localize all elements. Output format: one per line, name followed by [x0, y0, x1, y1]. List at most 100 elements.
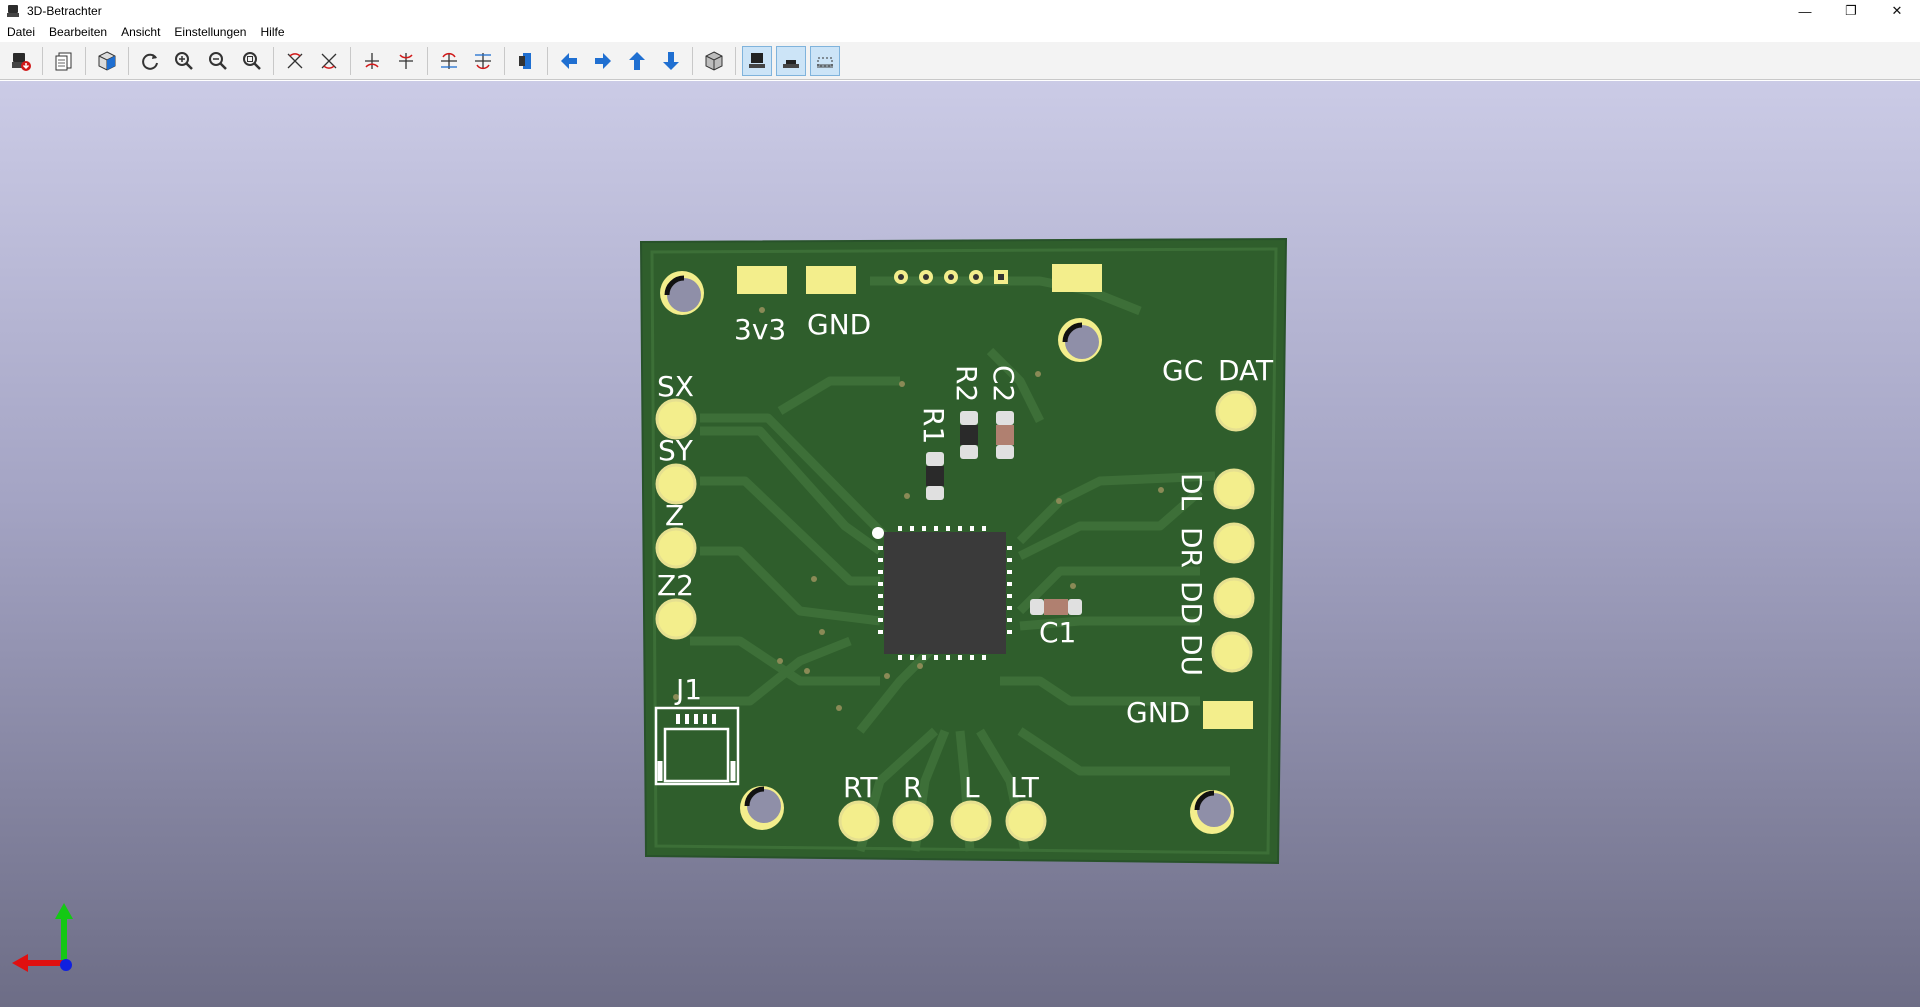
show-tht-icon [749, 52, 765, 68]
label-z2: Z2 [657, 569, 694, 602]
copy-button[interactable] [49, 46, 79, 76]
pad-3v3 [737, 266, 787, 294]
label-l: L [964, 771, 980, 804]
label-dr: DR [1175, 527, 1208, 568]
label-dl: DL [1175, 473, 1208, 511]
rotate-y-ccw-button[interactable] [391, 46, 421, 76]
close-button[interactable]: ✕ [1874, 0, 1920, 22]
toolbar-separator [504, 46, 505, 75]
flip-board-icon [519, 52, 531, 69]
toolbar-separator [128, 46, 129, 75]
rotate-x-ccw-icon [321, 53, 337, 69]
menu-einstellungen[interactable]: Einstellungen [167, 22, 253, 42]
3d-settings-button[interactable] [92, 46, 122, 76]
copy-icon [55, 52, 72, 70]
label-lt: LT [1010, 771, 1040, 804]
redraw-button[interactable] [135, 46, 165, 76]
label-du: DU [1175, 634, 1208, 676]
rotate-x-ccw-button[interactable] [314, 46, 344, 76]
zoom-out-button[interactable] [203, 46, 233, 76]
label-dd: DD [1175, 581, 1208, 624]
label-c1: C1 [1039, 616, 1076, 649]
label-c2: C2 [987, 365, 1020, 402]
show-smd-icon [783, 59, 799, 68]
window-title: 3D-Betrachter [27, 4, 102, 18]
zoom-out-icon [209, 51, 227, 70]
redraw-icon [142, 53, 158, 70]
pad-gnd-top [806, 266, 856, 294]
ic-chip-qfn [872, 526, 1012, 660]
toolbar-separator [273, 46, 274, 75]
pan-left-button[interactable] [554, 46, 584, 76]
label-r2: R2 [950, 365, 983, 402]
smd-r1 [926, 452, 944, 500]
toolbar-separator [85, 46, 86, 75]
toolbar [0, 42, 1920, 80]
label-gnd-top: GND [807, 308, 871, 341]
show-virtual-button[interactable] [810, 45, 840, 76]
show-smd-button[interactable] [776, 45, 806, 76]
rotate-y-cw-button[interactable] [357, 46, 387, 76]
restore-button[interactable]: ❐ [1828, 0, 1874, 22]
pad-gnd-right [1203, 701, 1253, 729]
pcb-board-render: 3v3 GND SX SY Z Z2 GC DAT GND RT R L LT … [639, 237, 1288, 865]
rotate-z-ccw-icon [475, 52, 491, 69]
3d-settings-icon [98, 50, 116, 71]
zoom-fit-icon [243, 51, 261, 70]
menu-hilfe[interactable]: Hilfe [253, 22, 291, 42]
label-r: R [903, 771, 922, 804]
z-axis-icon [60, 959, 72, 971]
rotate-y-cw-icon [365, 52, 379, 69]
pad-top-right [1052, 264, 1102, 292]
label-sx: SX [657, 370, 694, 403]
toolbar-separator [350, 46, 351, 75]
toolbar-separator [547, 46, 548, 75]
rotate-z-cw-icon [441, 52, 457, 69]
toolbar-separator [692, 46, 693, 75]
export-icon [12, 52, 31, 71]
rotate-y-ccw-icon [399, 52, 413, 69]
pan-right-icon [595, 52, 611, 69]
label-rt: RT [843, 771, 878, 804]
label-z: Z [665, 499, 684, 532]
x-axis-arrow-icon [12, 954, 28, 972]
zoom-in-button[interactable] [169, 46, 199, 76]
pan-down-button[interactable] [656, 46, 686, 76]
label-gnd-right: GND [1126, 696, 1190, 729]
show-virtual-icon [817, 57, 833, 68]
toolbar-separator [735, 46, 736, 75]
ortho-view-icon [705, 50, 723, 71]
pan-up-icon [629, 51, 645, 70]
smd-c2 [996, 411, 1014, 459]
pan-right-button[interactable] [588, 46, 618, 76]
zoom-fit-button[interactable] [237, 46, 267, 76]
toolbar-separator [42, 46, 43, 75]
menu-datei[interactable]: Datei [0, 22, 42, 42]
show-tht-button[interactable] [742, 45, 772, 76]
label-3v3: 3v3 [734, 313, 786, 346]
label-r1: R1 [917, 407, 950, 444]
rotate-x-cw-icon [287, 52, 303, 68]
axis-gizmo [12, 903, 73, 972]
export-button[interactable] [6, 46, 36, 76]
label-sy: SY [658, 434, 694, 467]
rotate-x-cw-button[interactable] [280, 46, 310, 76]
label-gc: GC [1162, 354, 1203, 387]
menu-bar: Datei Bearbeiten Ansicht Einstellungen H… [0, 22, 1920, 42]
zoom-in-icon [175, 51, 193, 70]
rotate-z-ccw-button[interactable] [468, 46, 498, 76]
minimize-button[interactable]: — [1782, 0, 1828, 22]
title-bar: 3D-Betrachter — ❐ ✕ [0, 0, 1920, 22]
label-dat: DAT [1218, 354, 1274, 387]
3d-viewport[interactable]: 3v3 GND SX SY Z Z2 GC DAT GND RT R L LT … [0, 81, 1920, 1007]
smd-c1 [1030, 599, 1082, 615]
pan-up-button[interactable] [622, 46, 652, 76]
pan-down-icon [663, 51, 679, 70]
y-axis-arrow-icon [55, 903, 73, 919]
toolbar-separator [427, 46, 428, 75]
rotate-z-cw-button[interactable] [434, 46, 464, 76]
flip-board-button[interactable] [511, 46, 541, 76]
menu-bearbeiten[interactable]: Bearbeiten [42, 22, 114, 42]
ortho-view-button[interactable] [699, 46, 729, 76]
menu-ansicht[interactable]: Ansicht [114, 22, 167, 42]
